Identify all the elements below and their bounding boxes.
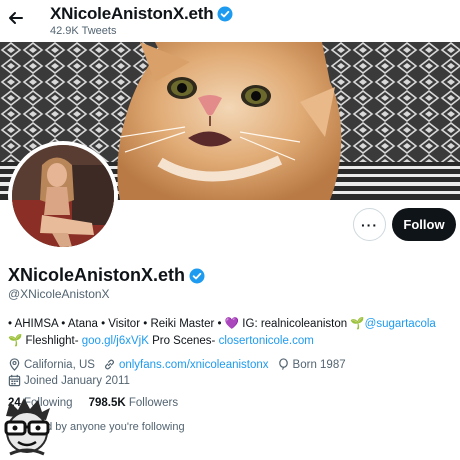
calendar-icon [8,374,21,387]
profile-display-name: XNicoleAnistonX.eth [8,265,205,286]
avatar-image [12,145,114,247]
top-bar: XNicoleAnistonX.eth 42.9K Tweets [0,0,460,42]
header-display-name: XNicoleAnistonX.eth [50,4,233,24]
tweet-count: 42.9K Tweets [50,25,117,37]
link-icon [104,359,114,370]
seedling-icon: 🌱 [350,318,365,330]
joined-item: Joined January 2011 [8,374,130,387]
seedling-icon: 🌱 [8,335,23,347]
followed-by-note: ed by anyone you're following [40,421,185,433]
bio-mention-link[interactable]: @sugartacola [365,318,436,330]
profile-avatar[interactable] [8,141,118,251]
bio-link-scenes[interactable]: closertonicole.com [219,335,314,347]
more-options-button[interactable]: ··· [353,208,386,241]
profile-bio: • AHIMSA • Atana • Visitor • Reiki Maste… [8,316,458,350]
bio-line-1: • AHIMSA • Atana • Visitor • Reiki Maste… [8,318,436,330]
birthday-item: Born 1987 [277,358,346,371]
profile-meta-row: California, US onlyfans.com/xnicoleanist… [8,358,354,371]
arrow-left-icon[interactable] [6,8,26,28]
bio-link-fleshlight[interactable]: goo.gl/j6xVjK [82,335,149,347]
purple-heart-icon: 💜 [224,318,240,330]
location-item: California, US [8,358,95,371]
website-link[interactable]: onlyfans.com/xnicoleanistonx [119,359,269,371]
balloon-icon [278,358,288,370]
verified-badge-icon [189,268,205,283]
bio-line-2: 🌱 Fleshlight- goo.gl/j6xVjK Pro Scenes- … [8,335,314,347]
mascot-watermark-icon [4,398,50,456]
follow-button[interactable]: Follow [392,208,456,241]
followers-stat[interactable]: 798.5K Followers [89,397,179,409]
location-pin-icon [9,358,20,371]
verified-badge-icon [217,6,233,22]
profile-handle: @XNicoleAnistonX [8,287,110,301]
profile-joined-row: Joined January 2011 [8,374,138,387]
website-item[interactable]: onlyfans.com/xnicoleanistonx [103,358,269,371]
